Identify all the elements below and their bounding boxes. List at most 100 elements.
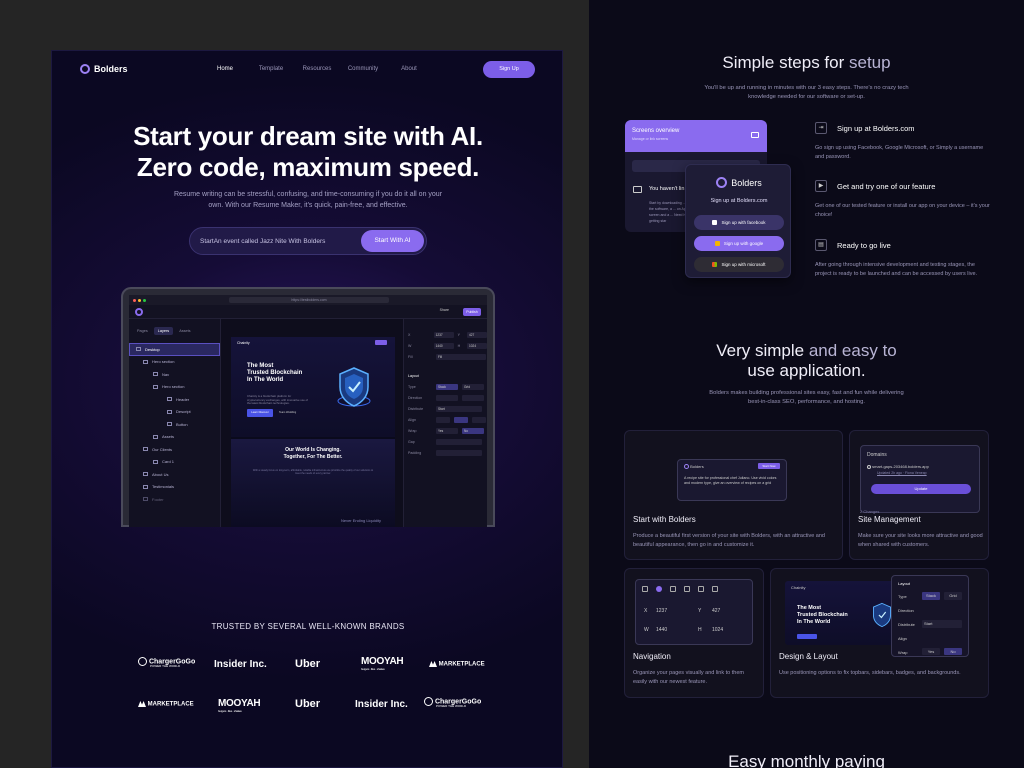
align-left-icon[interactable]	[642, 586, 648, 592]
update-button[interactable]: Update	[871, 484, 971, 494]
frame-icon	[153, 384, 158, 389]
align-bottom-icon[interactable]	[712, 586, 718, 592]
h-field[interactable]: 1024	[467, 342, 487, 349]
layer-label: Our Clients	[152, 446, 173, 452]
w-field[interactable]: 1440	[433, 342, 454, 349]
layer-item[interactable]: Header	[129, 393, 220, 406]
fill-field[interactable]: Fill	[436, 353, 486, 360]
maximize-dot-icon[interactable]	[143, 298, 146, 302]
easy-subtitle: Bolders makes building professional site…	[709, 390, 904, 405]
microsoft-signup-button[interactable]: Sign up with microsoft	[694, 257, 784, 272]
layer-item[interactable]: Testimonials	[129, 481, 220, 494]
design-preview: Chainity The Most Trusted Blockchain In …	[785, 581, 897, 645]
layer-item[interactable]: Footer	[129, 493, 220, 506]
google-signup-button[interactable]: Sign up with google	[694, 236, 784, 251]
nav-resources[interactable]: Resources	[294, 66, 340, 72]
wrap-no-option[interactable]: No	[944, 648, 962, 655]
grid-option[interactable]: Grid	[944, 592, 962, 600]
nav-x-field[interactable]: 1237	[656, 608, 667, 614]
layer-item[interactable]: About Us	[129, 468, 220, 481]
align-center-icon[interactable]	[656, 586, 662, 592]
step-title: Get and try one of our feature	[837, 182, 936, 191]
prop-row-fill: Fill Fill	[404, 351, 487, 362]
nav-community[interactable]: Community	[340, 66, 386, 72]
browser-url[interactable]: https://testbolders.com	[229, 297, 389, 303]
wrap-yes-option[interactable]: Yes	[436, 427, 458, 434]
publish-button[interactable]: Publish	[463, 308, 481, 316]
minimize-dot-icon[interactable]	[138, 298, 141, 302]
prop-row-wh: W 1440 H 1024	[404, 340, 487, 351]
changes-count: 2 Changes	[860, 509, 880, 514]
layer-item[interactable]: Hero section	[129, 356, 220, 369]
popup-logo: Bolders	[686, 177, 792, 188]
share-button[interactable]: Share	[440, 308, 449, 312]
layer-item[interactable]: Card 1	[129, 456, 220, 469]
layer-item[interactable]: Our Clients	[129, 443, 220, 456]
distribute-select[interactable]: Start	[436, 405, 482, 412]
align-top-icon[interactable]	[684, 586, 690, 592]
align-middle-icon[interactable]	[698, 586, 704, 592]
align-center-option[interactable]	[454, 416, 468, 423]
signup-popup: Bolders Sign up at Bolders.com Sign up w…	[685, 164, 791, 278]
nav-y-field[interactable]: 427	[712, 608, 720, 614]
ai-prompt-input[interactable]: StartAn event called Jazz Nite With Bold…	[189, 227, 427, 255]
close-dot-icon[interactable]	[133, 298, 136, 302]
marketplace-logo-icon	[138, 701, 146, 707]
nav-about[interactable]: About	[386, 66, 432, 72]
popup-logo-text: Bolders	[731, 177, 762, 188]
type-stack-option[interactable]: Stack	[436, 383, 458, 390]
editor-logo-icon[interactable]	[135, 308, 143, 316]
brand-insider: Insider Inc.	[355, 699, 408, 710]
layer-item[interactable]: Button	[129, 418, 220, 431]
ai-prompt-text[interactable]: StartAn event called Jazz Nite With Bold…	[200, 238, 325, 245]
laptop-mockup: https://testbolders.com Share Publish Pa…	[121, 287, 495, 527]
nav-home[interactable]: Home	[202, 66, 248, 72]
layer-item[interactable]: Nav	[129, 368, 220, 381]
domain-url[interactable]: smart-gaps-203468.bolders.app	[867, 464, 929, 469]
align-right-icon[interactable]	[670, 586, 676, 592]
gap-slider[interactable]	[436, 438, 482, 445]
tab-assets[interactable]: Assets	[175, 327, 194, 335]
type-grid-option[interactable]: Grid	[462, 383, 484, 390]
logo[interactable]: Bolders	[80, 64, 128, 74]
start-now-button[interactable]: Start Now	[758, 463, 780, 469]
button-label: Sign up with facebook	[721, 220, 766, 225]
tab-layers[interactable]: Layers	[153, 327, 174, 335]
x-field[interactable]: 1237	[433, 331, 454, 338]
nav-h-field[interactable]: 1024	[712, 627, 723, 633]
direction-row-option[interactable]	[436, 394, 458, 401]
layout-label: Layout	[408, 373, 419, 378]
monitor-icon[interactable]	[751, 132, 759, 138]
prop-row-distribute: Distribute Start	[404, 403, 487, 414]
brand-marketplace: MARKETPLACE	[429, 661, 485, 668]
layer-item[interactable]: Hero section	[129, 381, 220, 394]
layer-item[interactable]: Descript	[129, 406, 220, 419]
type-label: Type	[898, 594, 907, 599]
wrap-no-option[interactable]: No	[462, 427, 484, 434]
brand-mooyah: MOOYAH burgers · fries · shakes	[361, 656, 404, 671]
direction-col-option[interactable]	[462, 394, 484, 401]
y-field[interactable]: 427	[467, 331, 487, 338]
design-canvas[interactable]: Chainity The Most Trusted Blockchain In …	[231, 337, 395, 527]
step-title: Ready to go live	[837, 241, 891, 250]
start-with-ai-button[interactable]: Start With AI	[361, 230, 424, 252]
distribute-select[interactable]: Start	[922, 620, 962, 628]
tab-pages[interactable]: Pages	[133, 327, 152, 335]
signup-button[interactable]: Sign Up	[483, 61, 535, 78]
wrap-yes-option[interactable]: Yes	[922, 648, 940, 655]
align-start-option[interactable]	[436, 416, 450, 423]
nav-template[interactable]: Template	[248, 66, 294, 72]
layer-label: Hero section	[152, 359, 175, 365]
frame-icon	[136, 347, 141, 352]
screens-overview-header: Screens overview Manage or link screens	[625, 120, 767, 152]
facebook-signup-button[interactable]: Sign up with facebook	[694, 215, 784, 230]
padding-field[interactable]	[436, 449, 482, 456]
prompt-box[interactable]: Bolders Start Now A recipe site for prof…	[677, 459, 787, 501]
nav-w-field[interactable]: 1440	[656, 627, 667, 633]
stack-option[interactable]: Stack	[922, 592, 940, 600]
layer-item[interactable]: Desktop	[129, 343, 220, 356]
align-end-option[interactable]	[472, 416, 486, 423]
canvas-footer-text: Never Ending Liquidity	[340, 518, 381, 523]
prompt-logo-text: Bolders	[690, 464, 704, 469]
layer-item[interactable]: Assets	[129, 431, 220, 444]
